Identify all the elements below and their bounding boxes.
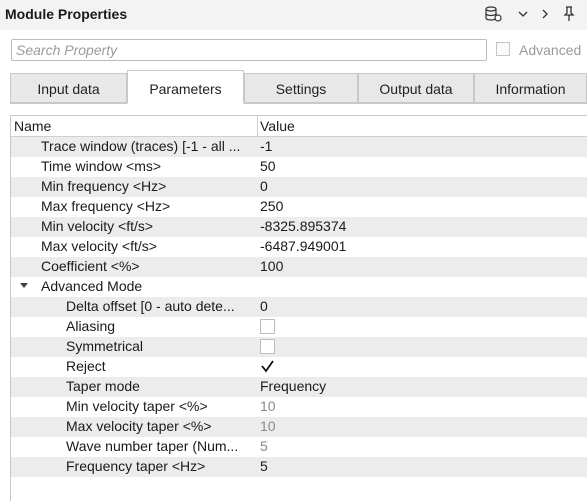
- property-row[interactable]: Max velocity taper <%> 10: [11, 417, 587, 437]
- property-row[interactable]: Taper mode Frequency: [11, 377, 587, 397]
- property-name: Wave number taper (Num...: [66, 438, 239, 454]
- property-row[interactable]: Reject: [11, 357, 587, 377]
- property-grid: Name Value Trace window (traces) [-1 - a…: [10, 115, 587, 501]
- property-value[interactable]: -8325.895374: [260, 218, 346, 234]
- panel-title: Module Properties: [5, 6, 128, 22]
- property-value[interactable]: 100: [260, 258, 283, 274]
- property-row[interactable]: Wave number taper (Num... 5: [11, 437, 587, 457]
- property-value[interactable]: Frequency: [260, 378, 326, 394]
- property-row[interactable]: Time window <ms> 50: [11, 157, 587, 177]
- tab-input-data[interactable]: Input data: [10, 73, 127, 103]
- property-name: Time window <ms>: [41, 158, 162, 174]
- property-name: Max velocity taper <%>: [66, 418, 212, 434]
- property-name: Aliasing: [66, 318, 116, 334]
- column-header-name[interactable]: Name: [14, 118, 51, 134]
- property-name: Min frequency <Hz>: [41, 178, 167, 194]
- property-row[interactable]: Max velocity <ft/s> -6487.949001: [11, 237, 587, 257]
- property-row[interactable]: Aliasing: [11, 317, 587, 337]
- property-value[interactable]: -6487.949001: [260, 238, 346, 254]
- property-row[interactable]: Min frequency <Hz> 0: [11, 177, 587, 197]
- chevron-down-icon[interactable]: [518, 6, 528, 25]
- property-value[interactable]: 0: [260, 298, 268, 314]
- property-name: Max frequency <Hz>: [41, 198, 171, 214]
- tab-output-data[interactable]: Output data: [358, 73, 474, 103]
- chevron-right-icon[interactable]: [540, 6, 550, 25]
- pin-icon[interactable]: [563, 6, 575, 25]
- tab-information[interactable]: Information: [474, 73, 587, 103]
- property-row[interactable]: Symmetrical: [11, 337, 587, 357]
- group-row-advanced-mode[interactable]: Advanced Mode: [11, 277, 587, 297]
- reject-checkbox[interactable]: [260, 359, 275, 374]
- property-name: Trace window (traces) [-1 - all ...: [41, 138, 241, 154]
- title-bar: Module Properties: [0, 0, 587, 30]
- aliasing-checkbox[interactable]: [260, 319, 275, 334]
- property-value[interactable]: 5: [260, 438, 268, 454]
- property-row[interactable]: Trace window (traces) [-1 - all ... -1: [11, 137, 587, 157]
- property-value[interactable]: -1: [260, 138, 272, 154]
- property-name: Delta offset [0 - auto dete...: [66, 298, 235, 314]
- database-settings-icon[interactable]: [484, 6, 502, 25]
- property-name: Frequency taper <Hz>: [66, 458, 206, 474]
- property-name: Coefficient <%>: [41, 258, 140, 274]
- advanced-label: Advanced: [519, 42, 582, 58]
- property-row[interactable]: Delta offset [0 - auto dete... 0: [11, 297, 587, 317]
- property-row[interactable]: Frequency taper <Hz> 5: [11, 457, 587, 477]
- property-value[interactable]: 0: [260, 178, 268, 194]
- property-row[interactable]: Coefficient <%> 100: [11, 257, 587, 277]
- property-value[interactable]: 10: [260, 398, 276, 414]
- property-row[interactable]: Min velocity taper <%> 10: [11, 397, 587, 417]
- tab-parameters[interactable]: Parameters: [127, 70, 244, 104]
- property-name: Taper mode: [66, 378, 140, 394]
- property-row[interactable]: Min velocity <ft/s> -8325.895374: [11, 217, 587, 237]
- property-value[interactable]: 50: [260, 158, 276, 174]
- search-input[interactable]: Search Property: [11, 39, 487, 61]
- grid-header: Name Value: [11, 116, 587, 137]
- group-label: Advanced Mode: [41, 278, 143, 294]
- property-name: Min velocity <ft/s>: [41, 218, 154, 234]
- advanced-checkbox[interactable]: [496, 42, 510, 56]
- property-row[interactable]: Max frequency <Hz> 250: [11, 197, 587, 217]
- tab-settings[interactable]: Settings: [244, 73, 358, 103]
- property-name: Max velocity <ft/s>: [41, 238, 157, 254]
- property-name: Min velocity taper <%>: [66, 398, 208, 414]
- column-divider[interactable]: [257, 116, 258, 136]
- property-value[interactable]: 250: [260, 198, 283, 214]
- checkmark-icon: [261, 360, 274, 373]
- property-value[interactable]: 10: [260, 418, 276, 434]
- collapse-arrow-icon[interactable]: [20, 283, 28, 288]
- column-header-value[interactable]: Value: [260, 118, 295, 134]
- property-name: Reject: [66, 358, 106, 374]
- property-name: Symmetrical: [66, 338, 144, 354]
- property-value[interactable]: 5: [260, 458, 268, 474]
- symmetrical-checkbox[interactable]: [260, 339, 275, 354]
